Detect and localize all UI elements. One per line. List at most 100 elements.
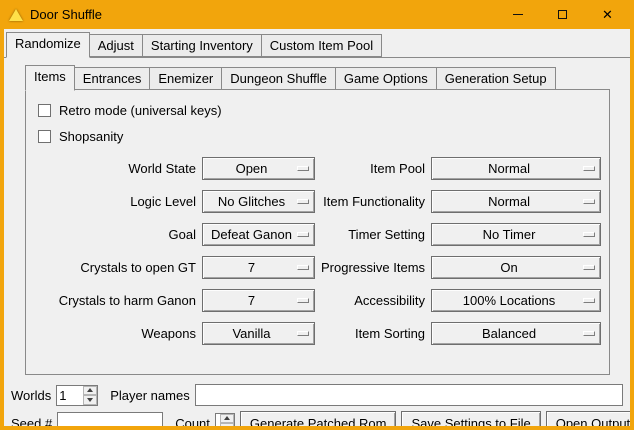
tab-game-options[interactable]: Game Options (335, 67, 437, 90)
maximize-button[interactable] (540, 0, 585, 29)
tab-generation-setup[interactable]: Generation Setup (436, 67, 556, 90)
outer-tab-bar: Randomize Adjust Starting Inventory Cust… (4, 29, 630, 57)
arrow-up-icon (224, 416, 230, 420)
crystals-open-gt-label: Crystals to open GT (36, 260, 196, 275)
player-names-label: Player names (110, 388, 189, 403)
inner-tab-bar: Items Entrances Enemizer Dungeon Shuffle… (25, 65, 630, 90)
shopsanity-label: Shopsanity (59, 129, 123, 144)
tab-enemizer[interactable]: Enemizer (149, 67, 222, 90)
logic-level-value: No Glitches (218, 194, 285, 209)
worlds-step-down-button[interactable] (83, 395, 97, 405)
dropdown-indicator-icon (297, 232, 309, 237)
weapons-value: Vanilla (232, 326, 270, 341)
tab-custom-item-pool[interactable]: Custom Item Pool (261, 34, 382, 57)
item-functionality-label: Item Functionality (321, 194, 425, 209)
dropdown-indicator-icon (583, 298, 595, 303)
dropdown-indicator-icon (297, 265, 309, 270)
world-state-label: World State (36, 161, 196, 176)
accessibility-label: Accessibility (321, 293, 425, 308)
generate-patched-rom-button[interactable]: Generate Patched Rom (240, 411, 397, 426)
window: Door Shuffle ✕ Randomize Adjust Starting… (0, 0, 634, 430)
retro-mode-label: Retro mode (universal keys) (59, 103, 222, 118)
dropdown-indicator-icon (583, 265, 595, 270)
logic-level-dropdown[interactable]: No Glitches (202, 190, 315, 213)
worlds-stepper-arrows (83, 386, 97, 405)
dropdown-indicator-icon (297, 199, 309, 204)
retro-mode-checkbox-row[interactable]: Retro mode (universal keys) (38, 103, 601, 118)
worlds-step-up-button[interactable] (83, 386, 97, 396)
window-controls: ✕ (495, 0, 630, 29)
app-icon (9, 9, 23, 21)
crystals-open-gt-value: 7 (248, 260, 255, 275)
dropdown-indicator-icon (583, 232, 595, 237)
worlds-input[interactable] (57, 386, 83, 405)
progressive-items-value: On (500, 260, 517, 275)
open-output-directory-button[interactable]: Open Output Directory (546, 411, 630, 426)
progressive-items-dropdown[interactable]: On (431, 256, 601, 279)
count-stepper[interactable] (215, 413, 235, 427)
timer-setting-value: No Timer (483, 227, 536, 242)
item-sorting-dropdown[interactable]: Balanced (431, 322, 601, 345)
item-pool-dropdown[interactable]: Normal (431, 157, 601, 180)
seed-input[interactable] (57, 412, 163, 426)
window-content: Randomize Adjust Starting Inventory Cust… (4, 29, 630, 426)
world-state-value: Open (236, 161, 268, 176)
minimize-button[interactable] (495, 0, 540, 29)
item-functionality-value: Normal (488, 194, 530, 209)
tab-adjust[interactable]: Adjust (89, 34, 143, 57)
count-step-up-button[interactable] (220, 414, 234, 424)
minimize-icon (513, 14, 523, 15)
dropdown-indicator-icon (297, 298, 309, 303)
player-names-input[interactable] (195, 384, 623, 406)
dropdown-indicator-icon (297, 166, 309, 171)
shopsanity-checkbox[interactable] (38, 130, 51, 143)
item-sorting-value: Balanced (482, 326, 536, 341)
tab-entrances[interactable]: Entrances (74, 67, 151, 90)
titlebar: Door Shuffle ✕ (4, 0, 630, 29)
close-button[interactable]: ✕ (585, 0, 630, 29)
worlds-row: Worlds Player names (11, 384, 623, 406)
timer-setting-label: Timer Setting (321, 227, 425, 242)
tab-randomize[interactable]: Randomize (6, 32, 90, 58)
arrow-up-icon (87, 388, 93, 392)
item-pool-label: Item Pool (321, 161, 425, 176)
count-label: Count (175, 416, 210, 427)
item-functionality-dropdown[interactable]: Normal (431, 190, 601, 213)
crystals-harm-ganon-value: 7 (248, 293, 255, 308)
logic-level-label: Logic Level (36, 194, 196, 209)
close-icon: ✕ (602, 8, 613, 21)
goal-dropdown[interactable]: Defeat Ganon (202, 223, 315, 246)
items-pane: Retro mode (universal keys) Shopsanity W… (25, 89, 610, 375)
shopsanity-checkbox-row[interactable]: Shopsanity (38, 129, 601, 144)
seed-label: Seed # (11, 416, 52, 427)
count-step-down-button[interactable] (220, 423, 234, 426)
crystals-harm-ganon-label: Crystals to harm Ganon (36, 293, 196, 308)
save-settings-button[interactable]: Save Settings to File (401, 411, 540, 426)
window-title: Door Shuffle (30, 7, 102, 22)
timer-setting-dropdown[interactable]: No Timer (431, 223, 601, 246)
tab-starting-inventory[interactable]: Starting Inventory (142, 34, 262, 57)
goal-value: Defeat Ganon (211, 227, 292, 242)
item-pool-value: Normal (488, 161, 530, 176)
worlds-stepper[interactable] (56, 385, 98, 406)
dropdown-indicator-icon (583, 166, 595, 171)
crystals-harm-ganon-dropdown[interactable]: 7 (202, 289, 315, 312)
crystals-open-gt-dropdown[interactable]: 7 (202, 256, 315, 279)
randomize-pane: Items Entrances Enemizer Dungeon Shuffle… (4, 57, 630, 426)
goal-label: Goal (36, 227, 196, 242)
retro-mode-checkbox[interactable] (38, 104, 51, 117)
progressive-items-label: Progressive Items (321, 260, 425, 275)
worlds-label: Worlds (11, 388, 51, 403)
accessibility-dropdown[interactable]: 100% Locations (431, 289, 601, 312)
tab-items[interactable]: Items (25, 65, 75, 91)
bottom-controls: Worlds Player names Seed # Count (4, 384, 630, 426)
options-grid: World State Open Item Pool Normal Logic … (36, 157, 601, 345)
count-stepper-arrows (220, 414, 234, 427)
weapons-dropdown[interactable]: Vanilla (202, 322, 315, 345)
dropdown-indicator-icon (583, 331, 595, 336)
seed-row: Seed # Count Generate Patched Rom Save S… (11, 411, 623, 426)
world-state-dropdown[interactable]: Open (202, 157, 315, 180)
accessibility-value: 100% Locations (463, 293, 556, 308)
dropdown-indicator-icon (297, 331, 309, 336)
tab-dungeon-shuffle[interactable]: Dungeon Shuffle (221, 67, 336, 90)
